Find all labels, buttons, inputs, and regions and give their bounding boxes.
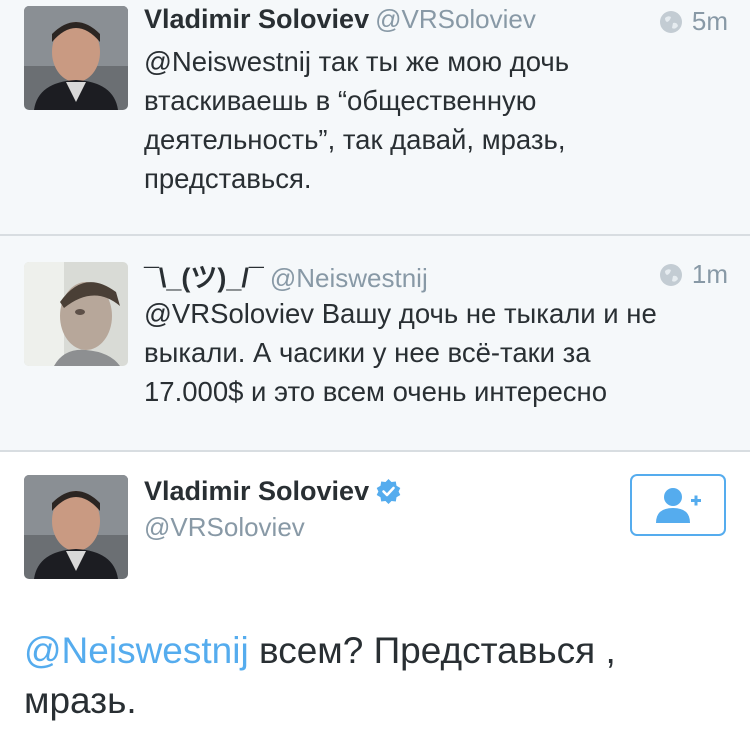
- time-label: 1m: [691, 259, 728, 289]
- author-name[interactable]: Vladimir Soloviev: [144, 476, 369, 507]
- detail-tweet-text: @Neiswestnij всем? Представься , мразь.: [24, 626, 726, 726]
- detail-text-line: @Neiswestnij всем? Представься ,: [24, 626, 726, 676]
- author-handle[interactable]: @VRSoloviev: [375, 4, 536, 34]
- avatar[interactable]: [24, 262, 128, 366]
- tweet-text: @VRSoloviev Вашу дочь не тыкали и не вык…: [144, 294, 710, 411]
- verified-badge-icon: [376, 479, 401, 504]
- divider: [0, 450, 750, 452]
- avatar-photo: [24, 475, 128, 579]
- tweet-header: Vladimir Soloviev @VRSoloviev: [144, 4, 730, 35]
- add-user-icon: [656, 488, 701, 523]
- avatar[interactable]: [24, 6, 128, 110]
- tweet-text-line: втаскиваешь в “общественную: [144, 85, 537, 116]
- tweet-text-line: 17.000$ и это всем очень интересно: [144, 376, 608, 407]
- tweet-text-line: @VRSoloviev Вашу дочь не тыкали и не: [144, 298, 657, 329]
- author-name[interactable]: ¯\_(ツ)_/¯: [144, 263, 264, 293]
- globe-icon: [659, 263, 682, 286]
- author-name-row: Vladimir Soloviev: [144, 476, 402, 507]
- mention-link[interactable]: @Neiswestnij: [24, 630, 249, 671]
- globe-icon: [659, 10, 682, 33]
- tweet-header: ¯\_(ツ)_/¯ @Neiswestnij: [144, 256, 730, 295]
- time-label: 5m: [691, 6, 728, 36]
- detail-text: всем? Представься ,: [248, 630, 616, 671]
- author-handle[interactable]: @VRSoloviev: [144, 512, 305, 543]
- avatar[interactable]: [24, 475, 128, 579]
- detail-text-line: мразь.: [24, 680, 137, 721]
- tweet-time: 5m: [658, 6, 728, 37]
- avatar-photo: [24, 262, 128, 366]
- tweet-text: @Neiswestnij так ты же мою дочь втаскива…: [144, 42, 710, 198]
- follow-button[interactable]: [630, 474, 726, 536]
- tweet-text-line: деятельность”, так давай, мразь,: [144, 124, 566, 155]
- tweet-text-line: выкали. А часики у нее всё-таки за: [144, 337, 591, 368]
- tweet-text-line: @Neiswestnij так ты же мою дочь: [144, 46, 570, 77]
- tweet-text-line: представься.: [144, 163, 312, 194]
- tweet-time: 1m: [658, 259, 728, 290]
- author-handle[interactable]: @Neiswestnij: [270, 263, 428, 293]
- avatar-photo: [24, 6, 128, 110]
- author-name[interactable]: Vladimir Soloviev: [144, 4, 369, 34]
